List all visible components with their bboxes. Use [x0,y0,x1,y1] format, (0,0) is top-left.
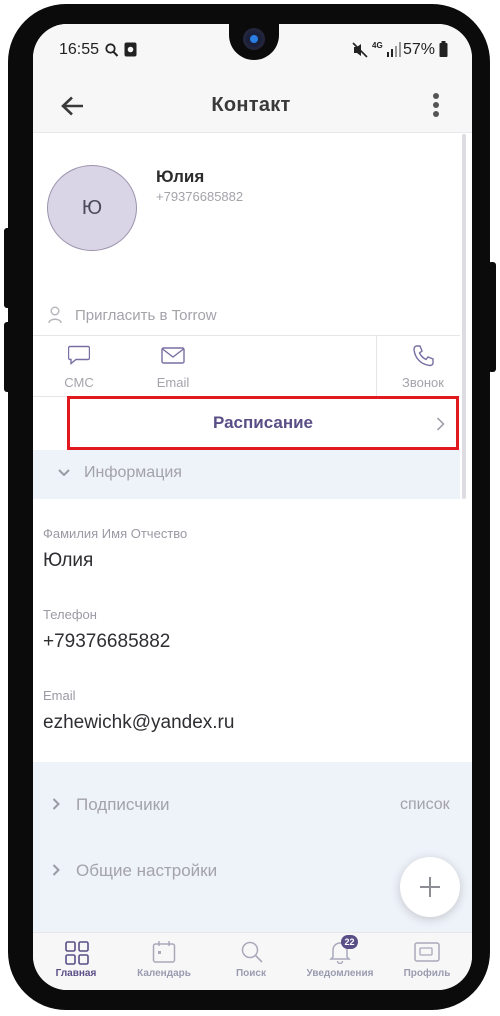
email-field-value: ezhewichk@yandex.ru [43,712,235,733]
nav-home[interactable]: Главная [37,933,115,990]
app-bar: Контакт [33,80,472,133]
invite-person-icon [48,306,62,324]
schedule-label: Расписание [212,413,314,432]
subscribers-value: список [400,796,450,813]
email-field-label: Email [43,688,76,703]
page-title: Контакт [211,94,291,116]
status-network: 4G [372,41,383,50]
subscribers-label: Подписчики [76,795,170,814]
grid-icon [65,941,89,965]
general-settings-row[interactable]: Общие настройки [33,855,393,895]
divider [33,335,460,336]
nav-search[interactable]: Поиск [211,933,291,990]
chevron-right-icon [52,864,60,876]
mail-icon [161,347,185,364]
bottom-nav: Главная Календарь Поиск 22 Уведомления П… [33,932,472,990]
sms-label: СМС [64,375,94,390]
nav-search-label: Поиск [235,968,266,979]
chevron-right-icon [436,417,445,431]
email-button[interactable]: Email [141,342,205,392]
status-time: 16:55 [59,41,100,58]
status-battery-text: 57% [403,41,436,58]
battery-icon [439,41,448,57]
phone-screen: 16:55 4G 57% Контакт Ю Юлия +79376685882… [33,24,472,990]
avatar-initial: Ю [81,196,103,219]
nav-calendar[interactable]: Календарь [121,933,207,990]
phone-field-value: +79376685882 [43,631,171,652]
status-app-icon [124,42,137,57]
nav-calendar-label: Календарь [137,968,191,979]
subscribers-row[interactable]: Подписчики список [33,789,460,829]
chevron-right-icon [52,798,60,810]
plus-icon [420,877,440,897]
chevron-down-icon [58,469,70,477]
phone-icon [413,345,434,367]
contact-name: Юлия [156,167,205,186]
call-button[interactable]: Звонок [391,342,455,392]
more-options-icon[interactable] [432,92,440,118]
status-signal-icon [387,42,401,57]
info-section-header[interactable]: Информация [33,450,460,499]
avatar: Ю [47,165,137,251]
profile-card-icon [414,942,440,962]
add-button[interactable] [400,857,460,917]
calendar-icon [152,941,176,963]
notification-badge: 22 [341,935,358,949]
info-section-title: Информация [84,464,182,481]
fio-label: Фамилия Имя Отчество [43,526,188,541]
scrollbar[interactable] [462,134,466,499]
nav-profile-label: Профиль [403,968,451,979]
sms-icon [68,345,90,365]
notification-count: 22 [344,937,355,947]
sms-button[interactable]: СМС [47,342,111,392]
general-settings-label: Общие настройки [76,861,218,880]
status-search-icon [105,43,119,57]
call-label: Звонок [402,375,444,390]
camera-lens [243,28,265,50]
settings-band [33,762,472,932]
nav-profile[interactable]: Профиль [389,933,465,990]
nav-notifications-label: Уведомления [306,968,374,979]
schedule-row[interactable]: Расписание [67,396,459,450]
invite-link[interactable]: Пригласить в Torrow [75,307,217,324]
search-icon [241,941,263,963]
status-mute-icon [352,42,368,58]
nav-notifications[interactable]: 22 Уведомления [295,933,385,990]
nav-home-label: Главная [55,968,97,979]
email-label: Email [156,375,190,390]
fio-value: Юлия [43,550,94,571]
contact-phone: +79376685882 [156,189,244,204]
phone-field-label: Телефон [43,607,97,622]
divider [376,335,377,397]
